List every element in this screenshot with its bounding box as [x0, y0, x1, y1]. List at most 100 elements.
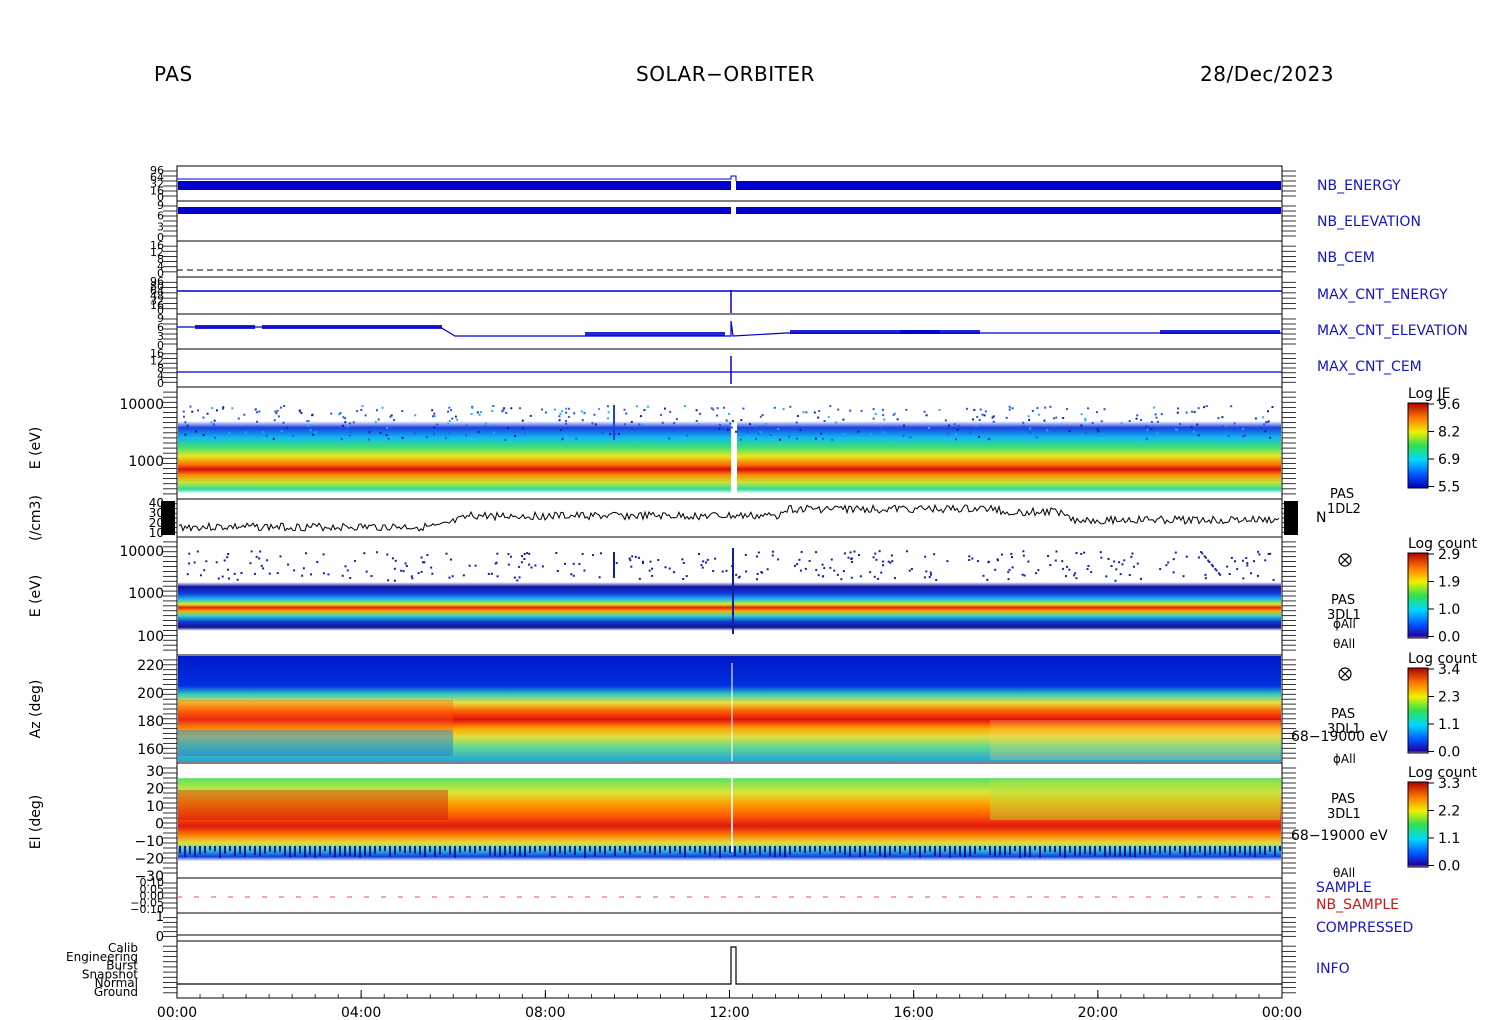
noise-dot — [1121, 563, 1124, 566]
noise-dot — [393, 567, 396, 570]
noise-dot — [1084, 431, 1087, 434]
colorbar — [1407, 402, 1429, 489]
noise-dot — [479, 846, 481, 851]
noise-dot — [237, 417, 240, 420]
noise-dot — [1197, 556, 1200, 559]
noise-dot — [1007, 571, 1010, 574]
noise-dot — [925, 414, 928, 417]
noise-dot — [1054, 846, 1056, 853]
noise-dot — [959, 846, 961, 857]
noise-dot — [1043, 419, 1046, 422]
panel-frame — [176, 313, 1283, 350]
noise-dot — [1089, 846, 1091, 855]
noise-dot — [349, 434, 352, 437]
noise-dot — [262, 431, 265, 434]
noise-dot — [977, 560, 980, 563]
noise-dot — [227, 568, 230, 571]
noise-dot — [404, 426, 407, 429]
noise-dot — [685, 436, 688, 439]
noise-dot — [1004, 846, 1006, 856]
noise-dot — [1145, 437, 1148, 440]
noise-dot — [348, 422, 351, 425]
noise-dot — [712, 435, 715, 438]
noise-dot — [374, 421, 377, 424]
noise-dot — [451, 417, 454, 420]
noise-dot — [584, 846, 586, 858]
noise-dot — [504, 438, 507, 441]
noise-dot — [860, 409, 863, 412]
noise-dot — [742, 407, 745, 410]
noise-dot — [356, 410, 359, 413]
noise-dot — [953, 423, 956, 426]
colorbar-tick: 1.1 — [1438, 717, 1460, 733]
noise-dot — [470, 413, 473, 416]
noise-dot — [258, 557, 261, 560]
heatmap-shade — [990, 780, 1280, 820]
noise-dot — [339, 412, 342, 415]
noise-dot — [872, 417, 875, 420]
noise-dot — [272, 437, 275, 440]
noise-dot — [924, 846, 926, 854]
noise-dot — [1131, 552, 1134, 555]
noise-dot — [479, 411, 482, 414]
noise-dot — [572, 574, 575, 577]
noise-dot — [554, 428, 557, 431]
noise-dot — [183, 415, 186, 418]
panel-right-label: NB_ENERGY — [1317, 178, 1401, 194]
noise-dot — [944, 419, 947, 422]
noise-dot — [599, 846, 601, 853]
noise-dot — [694, 846, 696, 853]
noise-dot — [870, 433, 873, 436]
noise-dot — [674, 846, 676, 852]
noise-dot — [1156, 420, 1159, 423]
noise-dot — [376, 551, 379, 554]
noise-dot — [850, 558, 853, 561]
noise-dot — [212, 423, 215, 426]
noise-dot — [746, 430, 749, 433]
noise-dot — [1129, 846, 1131, 857]
noise-dot — [638, 577, 641, 580]
noise-dot — [425, 435, 428, 438]
colorbar-tick: 6.9 — [1438, 452, 1460, 468]
noise-dot — [514, 435, 517, 438]
noise-dot — [431, 409, 434, 412]
noise-dot — [685, 575, 688, 578]
noise-dot — [302, 567, 305, 570]
noise-dot — [948, 431, 951, 434]
noise-dot — [902, 434, 905, 437]
noise-dot — [928, 576, 931, 579]
noise-dot — [1193, 410, 1196, 413]
panel-right-label: NB_ELEVATION — [1317, 214, 1421, 230]
noise-dot — [322, 572, 325, 575]
noise-dot — [1234, 846, 1236, 857]
noise-dot — [505, 411, 508, 414]
noise-dot — [583, 569, 586, 572]
noise-dot — [522, 427, 525, 430]
noise-dot — [1272, 578, 1275, 581]
noise-dot — [745, 570, 748, 573]
noise-dot — [199, 574, 202, 577]
heatmap-energy-count — [178, 538, 1281, 654]
noise-dot — [853, 550, 856, 553]
noise-dot — [384, 846, 386, 852]
noise-dot — [598, 408, 601, 411]
noise-dot — [644, 846, 646, 853]
noise-dot — [1099, 551, 1102, 554]
colorbar-tick: 2.9 — [1438, 547, 1460, 563]
noise-dot — [393, 419, 396, 422]
noise-dot — [1096, 428, 1099, 431]
noise-dot — [561, 438, 564, 441]
noise-dot — [448, 576, 451, 579]
noise-dot — [228, 577, 231, 580]
noise-dot — [534, 564, 537, 567]
noise-dot — [1008, 408, 1011, 411]
noise-dot — [265, 434, 268, 437]
noise-dot — [744, 846, 746, 856]
noise-dot — [448, 432, 451, 435]
noise-dot — [1227, 434, 1230, 437]
noise-dot — [1134, 846, 1136, 858]
noise-dot — [448, 406, 451, 409]
noise-dot — [280, 430, 283, 433]
trace-segment — [900, 330, 980, 334]
noise-dot — [565, 411, 568, 414]
